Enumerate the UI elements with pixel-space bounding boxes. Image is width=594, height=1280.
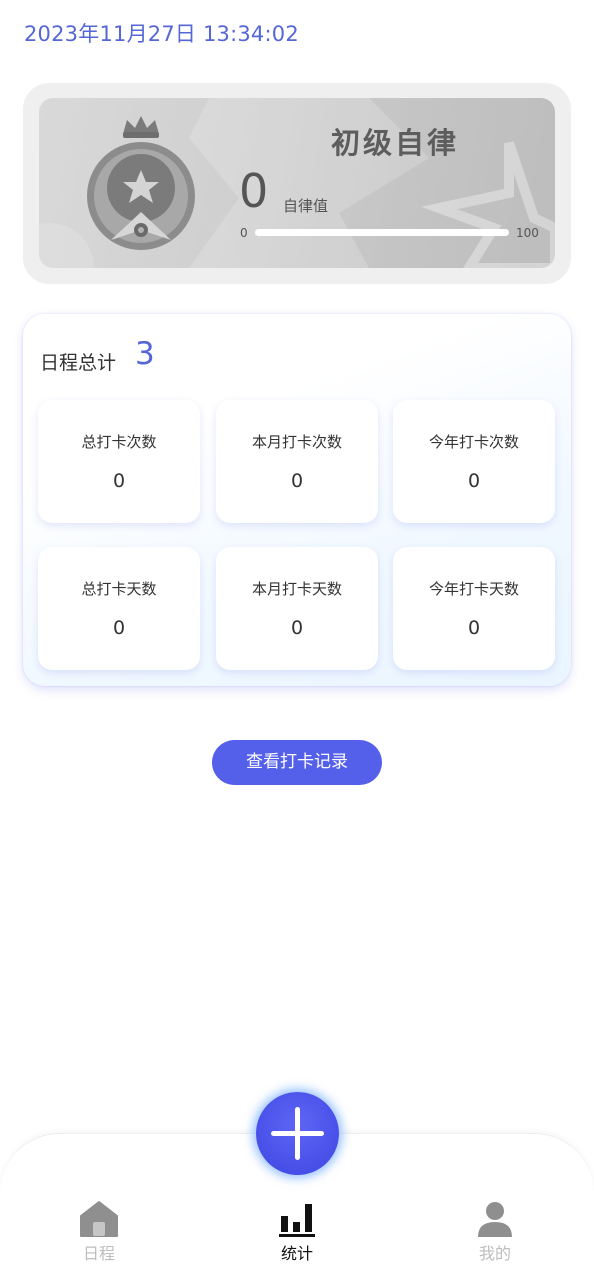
nav-item-schedule[interactable]: 日程 [49,1200,149,1264]
stat-tile-year-checkins: 今年打卡次数 0 [393,400,555,523]
stat-value: 0 [112,617,126,639]
stat-label: 总打卡天数 [81,580,157,598]
nav-item-mine[interactable]: 我的 [445,1200,545,1264]
nav-label: 统计 [280,1244,313,1263]
schedule-stats-card: 日程总计 3 总打卡次数 0 本月打卡次数 0 今年打卡次数 0 总打卡天数 0… [23,314,571,686]
bar-chart-icon [279,1204,315,1237]
stat-label: 今年打卡次数 [428,433,519,451]
level-progress-bar [255,229,509,236]
stat-tile-total-checkins: 总打卡次数 0 [38,400,200,523]
stat-value: 0 [467,470,481,492]
medal-star-icon [87,116,195,250]
level-card: 初级自律 0 自律值 0 100 [23,83,571,284]
stat-tile-year-days: 今年打卡天数 0 [393,547,555,670]
view-checkin-records-button[interactable]: 查看打卡记录 [212,740,382,785]
self-discipline-value: 0 [239,164,269,218]
progress-max-label: 100 [516,226,539,240]
level-title: 初级自律 [331,126,460,160]
self-discipline-label: 自律值 [283,197,329,215]
stat-value: 0 [290,470,304,492]
nav-item-stats[interactable]: 统计 [247,1200,347,1264]
stat-tile-month-checkins: 本月打卡次数 0 [216,400,378,523]
stat-tile-month-days: 本月打卡天数 0 [216,547,378,670]
stat-value: 0 [467,617,481,639]
stat-label: 本月打卡天数 [251,580,342,598]
user-icon [478,1202,512,1237]
nav-label: 我的 [478,1244,511,1263]
stat-value: 0 [112,470,126,492]
stat-label: 本月打卡次数 [251,433,342,451]
stats-title: 日程总计 [40,352,117,374]
home-icon [80,1201,118,1237]
progress-min-label: 0 [240,226,248,240]
level-card-banner: 初级自律 0 自律值 0 100 [39,98,555,268]
stat-label: 今年打卡天数 [428,580,519,598]
stat-value: 0 [290,617,304,639]
nav-label: 日程 [82,1244,115,1263]
stats-total-count: 3 [135,336,155,372]
stat-label: 总打卡次数 [81,433,157,451]
current-datetime: 2023年11月27日 13:34:02 [24,22,299,46]
plus-icon [271,1107,324,1160]
add-schedule-button[interactable] [256,1092,339,1175]
stat-tile-total-days: 总打卡天数 0 [38,547,200,670]
